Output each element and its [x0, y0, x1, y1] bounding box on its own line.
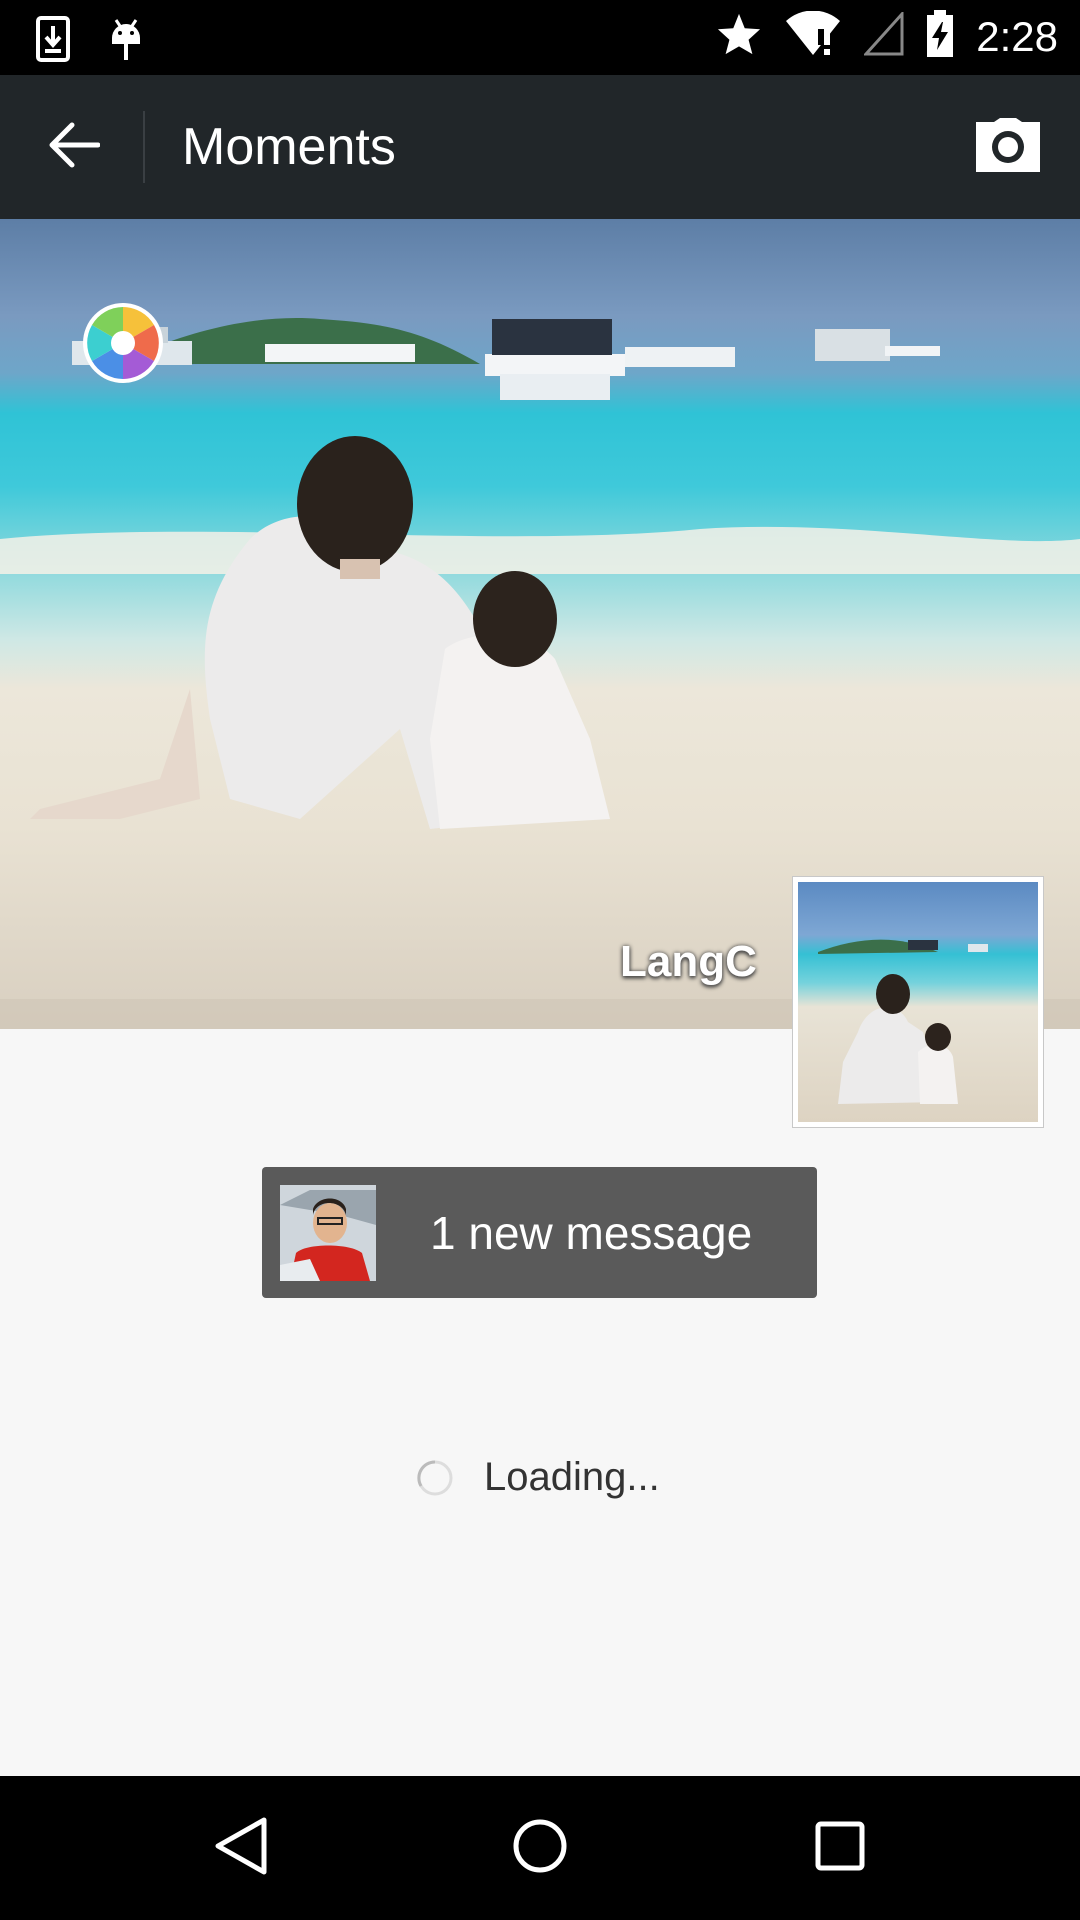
back-button[interactable]: [34, 105, 114, 189]
spinner-icon: [415, 1458, 455, 1498]
recents-square-icon: [814, 1820, 866, 1877]
page-title: Moments: [182, 118, 396, 176]
home-circle-icon: [512, 1818, 568, 1879]
signal-icon: [862, 10, 904, 61]
profile-username: LangC: [620, 937, 757, 986]
star-icon: [716, 12, 762, 61]
status-bar: 2:28: [0, 0, 1080, 75]
camera-button[interactable]: [968, 109, 1048, 185]
loading-label: Loading...: [484, 1455, 660, 1499]
back-triangle-icon: [212, 1816, 268, 1881]
nav-recents-button[interactable]: [800, 1812, 880, 1884]
wifi-alert-icon: [784, 10, 842, 62]
nav-home-button[interactable]: [500, 1812, 580, 1884]
avatar-image: [798, 882, 1038, 1122]
android-debug-icon: [108, 14, 144, 69]
new-message-button[interactable]: 1 new message: [262, 1167, 817, 1298]
profile-avatar[interactable]: [792, 876, 1044, 1128]
loading-indicator: Loading...: [0, 1452, 1080, 1512]
clock: 2:28: [976, 12, 1058, 60]
download-icon: [36, 16, 70, 67]
arrow-back-icon: [48, 122, 101, 173]
nav-back-button[interactable]: [200, 1812, 280, 1884]
battery-charging-icon: [926, 10, 954, 63]
appbar-divider: [143, 111, 145, 183]
navigation-bar: [0, 1776, 1080, 1920]
app-bar: Moments: [0, 75, 1080, 219]
color-lens-icon[interactable]: [82, 302, 164, 384]
new-message-label: 1 new message: [430, 1207, 753, 1259]
sender-avatar: [280, 1185, 376, 1281]
camera-icon: [974, 117, 1042, 177]
